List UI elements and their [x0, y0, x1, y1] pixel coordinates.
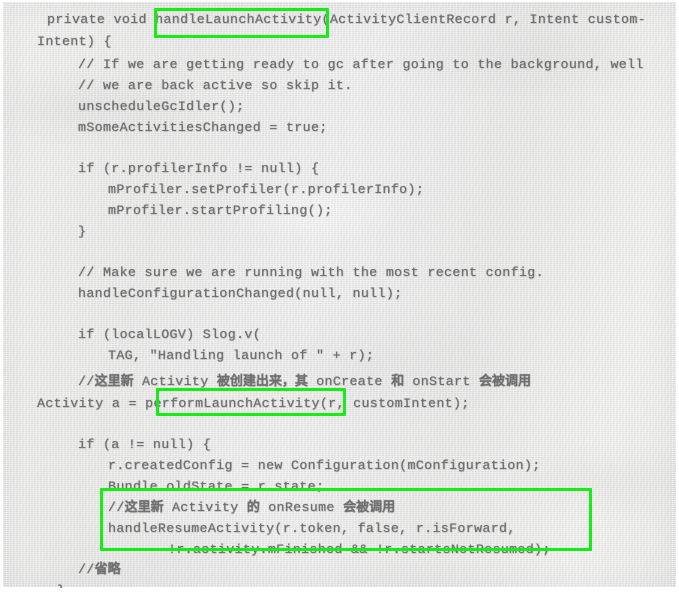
- code-line: mSomeActivitiesChanged = true;: [78, 120, 328, 135]
- code-line: // we are back active so skip it.: [78, 78, 353, 93]
- scan-margin-bottom: [0, 588, 679, 598]
- mono-text: Activity: [133, 374, 217, 389]
- code-line: if (a != null) {: [78, 437, 212, 452]
- code-line: private void handleLaunchActivity(Activi…: [47, 12, 646, 27]
- code-line: handleConfigurationChanged(null, null);: [78, 286, 403, 301]
- cjk-text: 省略: [94, 562, 121, 577]
- code-line: mProfiler.setProfiler(r.profilerInfo);: [108, 182, 425, 197]
- scanned-page: private void handleLaunchActivity(Activi…: [0, 0, 679, 598]
- mono-text: //: [78, 374, 95, 389]
- mono-text: onCreate: [307, 374, 392, 389]
- cjk-text: 被创建出来，其: [216, 374, 308, 389]
- scan-margin-left: [0, 0, 3, 598]
- scan-margin-top: [0, 0, 679, 2]
- code-line: }: [78, 224, 87, 239]
- code-comment-line: //省略: [78, 562, 121, 578]
- code-line: unscheduleGcIdler();: [78, 99, 245, 114]
- code-line: TAG, "Handling launch of " + r);: [108, 348, 375, 363]
- code-line: if (r.profilerInfo != null) {: [78, 161, 320, 176]
- box-handle-resume-activity: [100, 488, 592, 551]
- code-line: // Make sure we are running with the mos…: [78, 265, 544, 280]
- box-perform-launch-activity: [156, 388, 346, 416]
- code-line: if (localLOGV) Slog.v(: [78, 327, 262, 342]
- cjk-text: 这里新: [94, 374, 134, 389]
- code-line: r.createdConfig = new Configuration(mCon…: [108, 458, 541, 473]
- code-line: // If we are getting ready to gc after g…: [78, 57, 644, 72]
- mono-text: //: [78, 562, 95, 577]
- cjk-text: 和: [391, 374, 405, 389]
- cjk-text: 会被调用: [478, 374, 531, 389]
- box-handle-launch-activity: [154, 8, 329, 38]
- code-line: mProfiler.startProfiling();: [108, 203, 333, 218]
- mono-text: onStart: [404, 374, 479, 389]
- code-line: Intent) {: [37, 34, 112, 49]
